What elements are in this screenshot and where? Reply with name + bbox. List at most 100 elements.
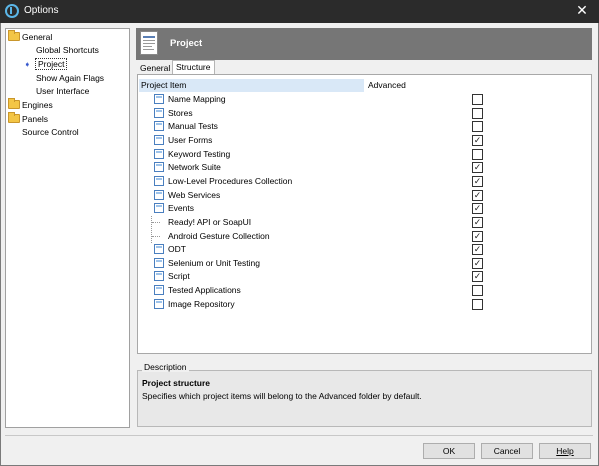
project-item-icon	[154, 134, 164, 145]
table-row[interactable]: Tested Applications	[138, 284, 591, 297]
advanced-checkbox[interactable]	[472, 148, 483, 160]
row-label: Stores	[168, 107, 193, 118]
row-label: Keyword Testing	[168, 148, 231, 159]
row-label: Tested Applications	[168, 285, 241, 296]
tab-general[interactable]: General	[137, 62, 174, 74]
tree-item-label: Project	[35, 58, 68, 70]
project-item-icon	[154, 162, 164, 173]
row-label: Low-Level Procedures Collection	[168, 175, 293, 186]
ok-button[interactable]: OK	[423, 443, 475, 459]
page-title: Project	[170, 38, 203, 49]
row-label: ODT	[168, 244, 186, 255]
table-row[interactable]: Script ✓	[138, 270, 591, 283]
tree-item-show-again-flags[interactable]: Show Again Flags	[36, 72, 104, 85]
project-item-icon	[154, 271, 164, 282]
tree-item-general[interactable]: General	[8, 30, 53, 44]
folder-icon	[8, 30, 20, 41]
advanced-checkbox[interactable]: ✓	[472, 203, 483, 215]
tree-line	[151, 229, 160, 243]
project-item-icon	[154, 257, 164, 268]
advanced-checkbox[interactable]	[472, 107, 483, 119]
table-row[interactable]: User Forms ✓	[138, 134, 591, 147]
tree-item-panels[interactable]: Panels	[8, 112, 48, 126]
title-bar: Options ✕	[0, 0, 599, 23]
description-text: Specifies which project items will belon…	[142, 391, 422, 401]
table-row[interactable]: Name Mapping	[138, 93, 591, 106]
tree-item-global-shortcuts[interactable]: Global Shortcuts	[36, 44, 99, 57]
project-item-icon	[154, 285, 164, 296]
table-row[interactable]: Network Suite ✓	[138, 161, 591, 174]
table-row[interactable]: Ready! API or SoapUI ✓	[138, 215, 591, 229]
row-label: Events	[168, 203, 194, 214]
tab-structure[interactable]: Structure	[172, 60, 215, 74]
table-row[interactable]: Manual Tests	[138, 120, 591, 133]
advanced-checkbox[interactable]: ✓	[472, 189, 483, 201]
project-item-icon	[154, 94, 164, 104]
tree-item-user-interface[interactable]: User Interface	[36, 85, 89, 98]
project-item-icon	[154, 203, 164, 214]
project-item-icon	[154, 244, 164, 255]
tree-item-project[interactable]: ➧ Project	[24, 58, 68, 71]
row-label: Network Suite	[168, 162, 221, 173]
project-item-icon	[154, 107, 164, 118]
advanced-checkbox[interactable]: ✓	[472, 257, 483, 269]
project-item-icon	[154, 189, 164, 200]
folder-icon	[8, 98, 20, 109]
tree-item-label: User Interface	[36, 86, 90, 96]
cancel-button[interactable]: Cancel	[481, 443, 533, 459]
arrow-right-icon: ➧	[24, 60, 31, 69]
row-label: Ready! API or SoapUI	[168, 216, 252, 227]
help-button[interactable]: Help	[539, 443, 591, 459]
advanced-checkbox[interactable]: ✓	[472, 230, 483, 242]
table-row[interactable]: Selenium or Unit Testing ✓	[138, 257, 591, 270]
advanced-checkbox[interactable]: ✓	[472, 244, 483, 256]
advanced-checkbox[interactable]	[472, 121, 483, 133]
testcomplete-logo-icon	[5, 4, 19, 18]
tree-item-label: Panels	[22, 114, 48, 124]
table-row[interactable]: Image Repository	[138, 298, 591, 311]
advanced-checkbox[interactable]	[472, 94, 483, 105]
tree-item-source-control[interactable]: Source Control	[22, 126, 79, 139]
page-header: Project	[136, 28, 592, 60]
advanced-checkbox[interactable]: ✓	[472, 134, 483, 146]
table-row[interactable]: ODT ✓	[138, 243, 591, 256]
row-label: Selenium or Unit Testing	[168, 257, 260, 268]
row-label: Manual Tests	[168, 121, 218, 132]
tree-item-label: General	[22, 32, 53, 42]
table-row[interactable]: Low-Level Procedures Collection ✓	[138, 175, 591, 188]
table-row[interactable]: Stores	[138, 107, 591, 120]
options-tree: General Global Shortcuts ➧ Project Show A…	[5, 28, 130, 428]
advanced-checkbox[interactable]	[472, 298, 483, 310]
advanced-checkbox[interactable]	[472, 285, 483, 297]
project-item-icon	[154, 298, 164, 309]
tree-item-label: Source Control	[22, 127, 79, 137]
tree-item-engines[interactable]: Engines	[8, 98, 53, 112]
project-items-grid: Project Item Advanced Name Mapping Stores…	[137, 74, 592, 354]
table-row[interactable]: Android Gesture Collection ✓	[138, 229, 591, 243]
project-item-icon	[154, 148, 164, 159]
advanced-checkbox[interactable]: ✓	[472, 271, 483, 283]
description-label: Description	[142, 362, 189, 372]
window-title: Options	[24, 5, 59, 16]
description-title: Project structure	[142, 378, 211, 388]
divider	[5, 435, 593, 436]
table-row[interactable]: Events ✓	[138, 202, 591, 215]
advanced-checkbox[interactable]: ✓	[472, 162, 483, 174]
close-icon[interactable]: ✕	[565, 0, 599, 23]
column-header-project-item[interactable]: Project Item	[139, 79, 364, 92]
tree-line	[151, 215, 160, 229]
tree-item-label: Engines	[22, 100, 53, 110]
tree-item-label: Global Shortcuts	[36, 45, 99, 55]
column-header-advanced[interactable]: Advanced	[366, 79, 406, 92]
folder-icon	[8, 112, 20, 123]
advanced-checkbox[interactable]: ✓	[472, 216, 483, 228]
advanced-checkbox[interactable]: ✓	[472, 175, 483, 187]
row-label: Web Services	[168, 189, 221, 200]
row-label: User Forms	[168, 134, 213, 145]
table-row[interactable]: Keyword Testing	[138, 148, 591, 161]
table-row[interactable]: Web Services ✓	[138, 189, 591, 202]
tab-strip: General Structure	[136, 60, 592, 74]
row-label: Script	[168, 271, 190, 282]
project-document-icon	[140, 31, 158, 55]
row-label: Android Gesture Collection	[168, 230, 270, 241]
